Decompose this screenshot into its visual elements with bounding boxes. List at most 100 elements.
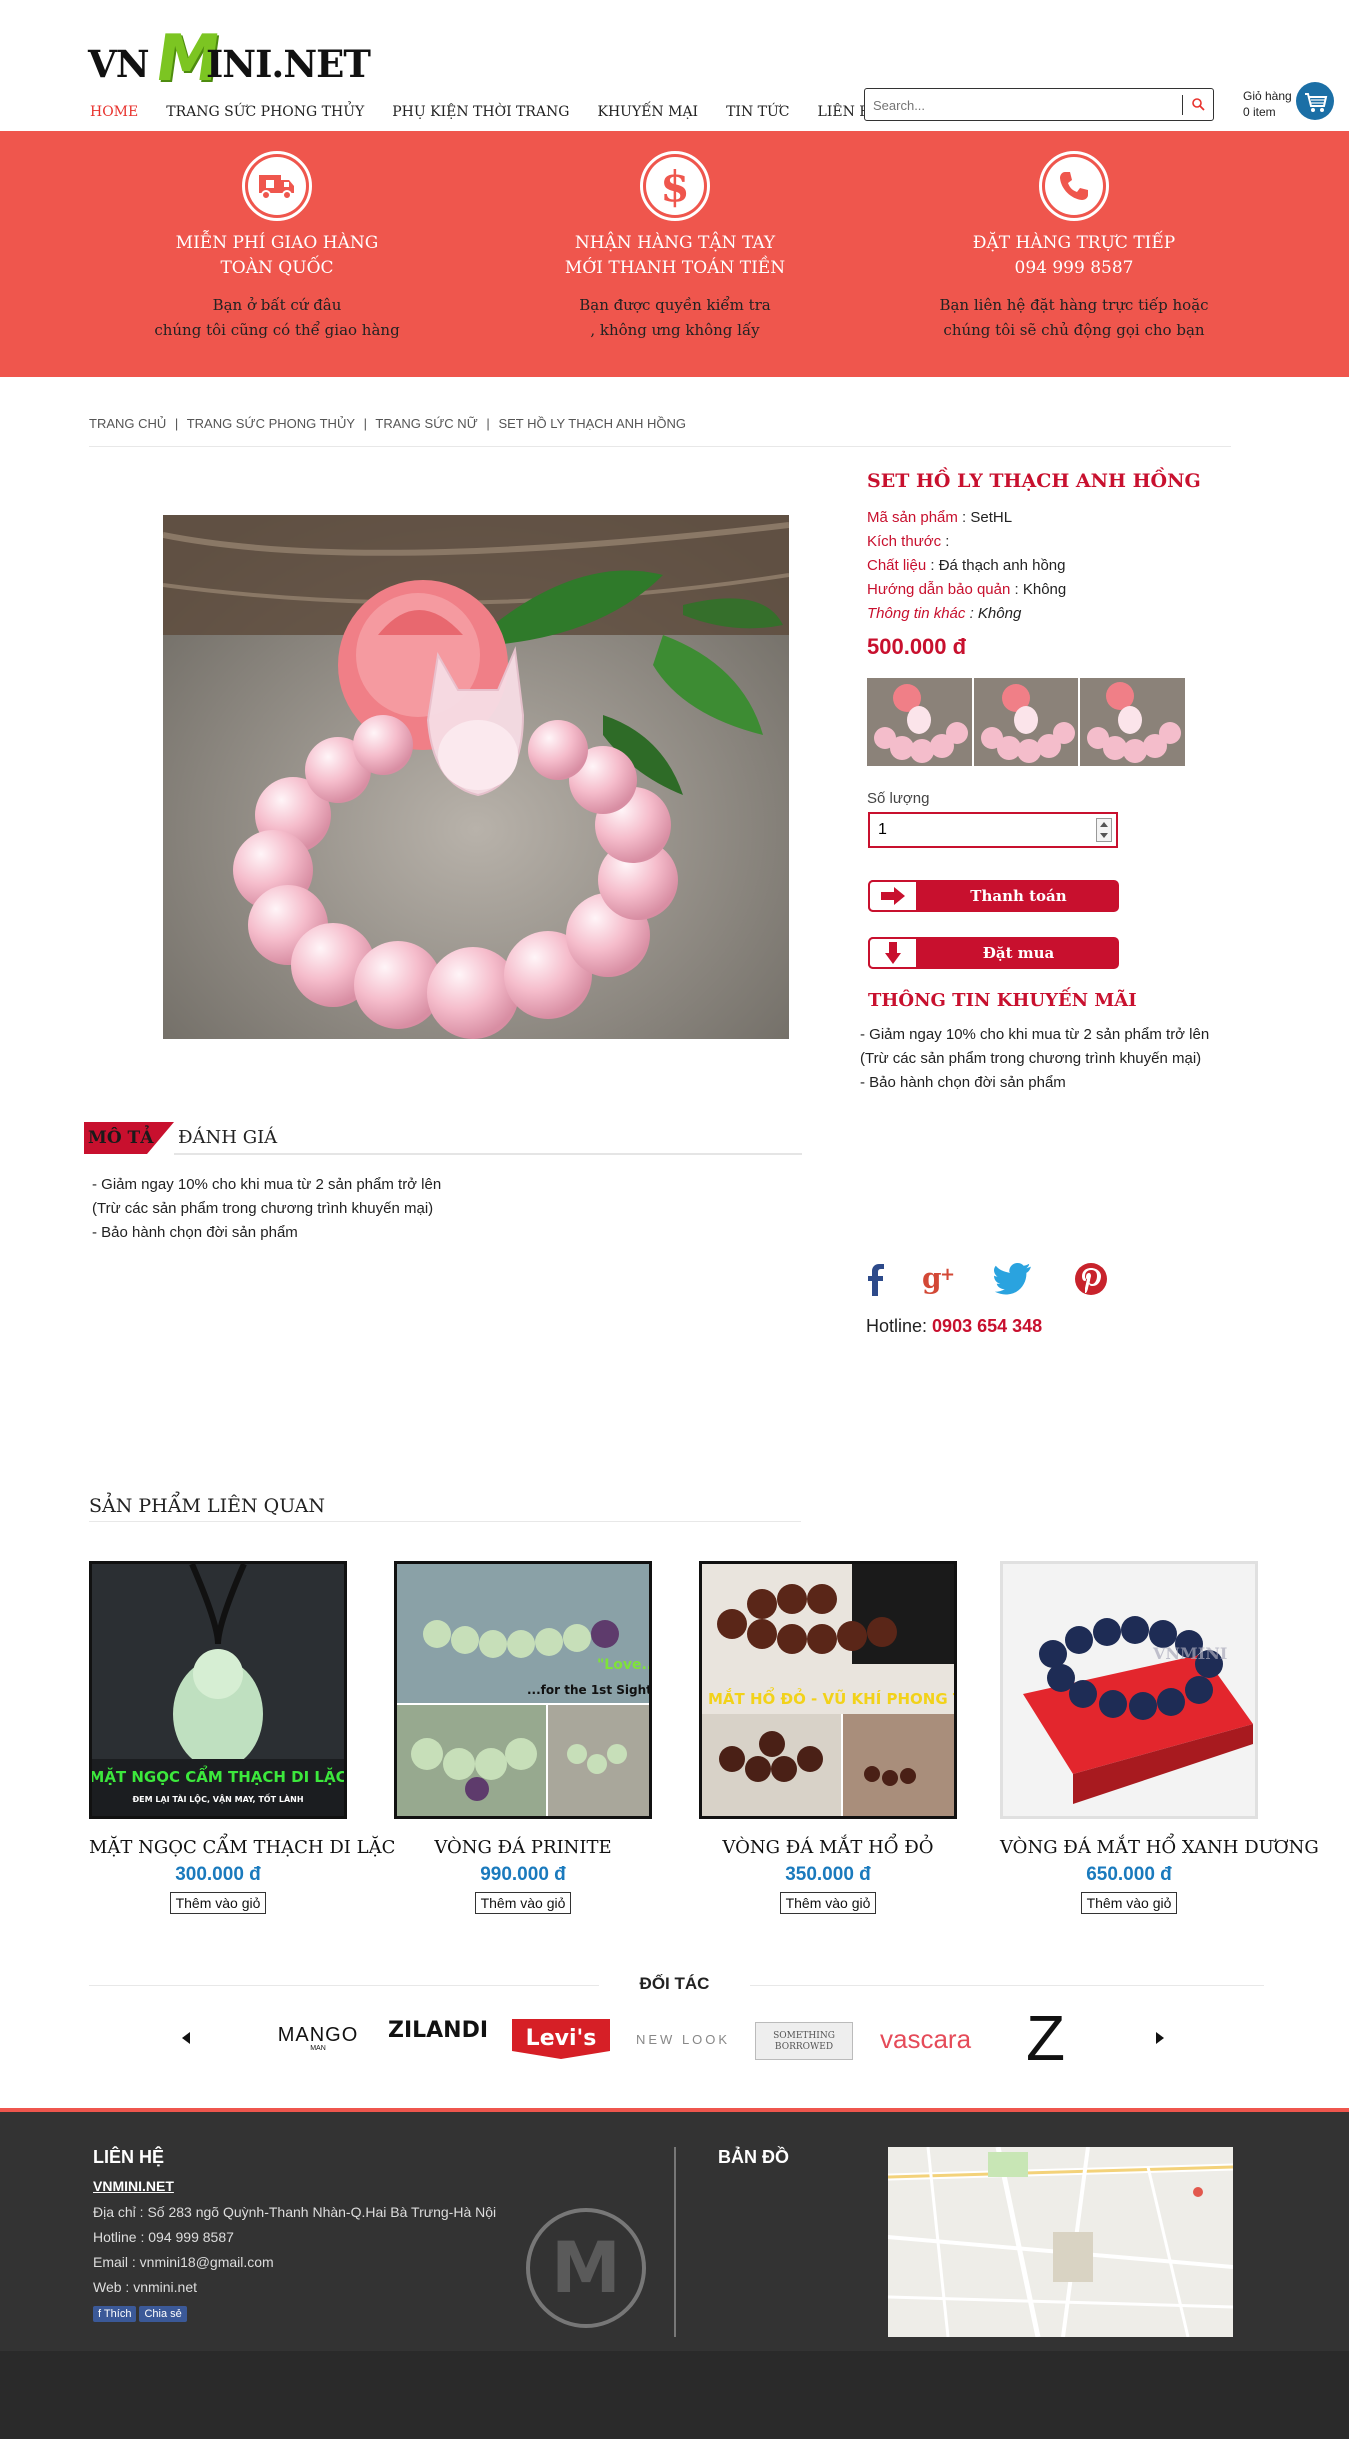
partner-logo-levis[interactable]: Levi's [512, 2019, 610, 2059]
image-caption: "Love... [597, 1657, 649, 1673]
footer: LIÊN HỆ VNMINI.NET Địa chỉ : Số 283 ngõ … [0, 2108, 1349, 2351]
partner-logo-zilandi[interactable]: ZILANDI [388, 2018, 488, 2043]
related-product-price: 350.000 đ [785, 1864, 871, 1885]
related-product-name[interactable]: VÒNG ĐÁ MẮT HỔ ĐỎ [699, 1837, 957, 1858]
tab-description[interactable]: MÔ TẢ [84, 1122, 174, 1154]
nav-item-promotions[interactable]: KHUYẾN MẠI [597, 104, 698, 128]
footer-contact-title: LIÊN HỆ [93, 2147, 165, 2167]
quantity-stepper [868, 812, 1118, 848]
nav-item-accessories[interactable]: PHỤ KIỆN THỜI TRANG [392, 104, 569, 128]
facebook-icon[interactable] [866, 1262, 884, 1296]
search-icon[interactable] [1191, 97, 1205, 111]
footer-web[interactable]: Web : vnmini.net [93, 2275, 197, 2300]
add-to-cart-button[interactable]: Thêm vào giỏ [1080, 1892, 1178, 1914]
product-other: Không [977, 605, 1022, 622]
product-main-image[interactable] [163, 515, 789, 1039]
footer-logo-m-icon: M [526, 2208, 646, 2328]
facebook-like-label: Thích [103, 2308, 132, 2320]
related-product-price: 990.000 đ [480, 1864, 566, 1885]
twitter-icon[interactable] [994, 1263, 1036, 1295]
product-thumbnail[interactable] [973, 678, 1079, 766]
product-price: 500.000 đ [867, 634, 967, 659]
site-logo[interactable]: VN M INI.NET [88, 20, 371, 96]
partners-prev-icon[interactable] [180, 2031, 192, 2045]
related-product-price: 300.000 đ [175, 1864, 261, 1885]
svg-text:M: M [551, 2227, 621, 2309]
promo-line: - Bảo hành chọn đời sản phẩm [860, 1074, 1066, 1091]
add-to-cart-button[interactable]: Thêm vào giỏ [474, 1892, 572, 1914]
quantity-input[interactable] [878, 820, 1078, 840]
product-material-row: Chất liệu : Đá thạch anh hồng [867, 557, 1066, 574]
footer-brand-link[interactable]: VNMINI.NET [93, 2178, 174, 2194]
feature-desc: Bạn được quyền kiểm tra , không ưng khôn… [465, 293, 885, 343]
related-product-name[interactable]: VÒNG ĐÁ PRINITE [394, 1837, 652, 1858]
facebook-widget: f Thích Chia sẻ [93, 2304, 190, 2322]
facebook-share-button[interactable]: Chia sẻ [139, 2306, 187, 2322]
partner-logo-vascara[interactable]: vascara [880, 2024, 990, 2055]
footer-email[interactable]: Email : vnmini18@gmail.com [93, 2250, 274, 2275]
product-thumbnail[interactable] [1080, 678, 1186, 766]
hotline-number[interactable]: 0903 654 348 [932, 1316, 1042, 1336]
feature-desc: Bạn ở bất cứ đâu chúng tôi cũng có thể g… [67, 293, 487, 343]
google-plus-icon[interactable]: g + [922, 1262, 956, 1296]
order-button[interactable]: Đặt mua [868, 937, 1119, 969]
product-thumbnail[interactable] [867, 678, 972, 766]
partners-title: ĐỐI TÁC [639, 1974, 710, 1993]
feature-pay-on-delivery: $ NHẬN HÀNG TẬN TAY MỚI THANH TOÁN TIỀN … [465, 151, 885, 343]
feature-title-line1: NHẬN HÀNG TẬN TAY [574, 233, 776, 253]
quantity-label: Số lượng [867, 790, 930, 807]
nav-item-jewelry[interactable]: TRANG SỨC PHONG THỦY [166, 104, 364, 128]
add-to-cart-button[interactable]: Thêm vào giỏ [169, 1892, 267, 1914]
partners-divider-right [750, 1985, 1264, 1986]
partner-logo-z[interactable]: Z [1026, 2006, 1076, 2070]
footer-map[interactable] [888, 2147, 1233, 2337]
product-tabs: MÔ TẢ ĐÁNH GIÁ [84, 1122, 802, 1155]
breadcrumb-category[interactable]: TRANG SỨC PHONG THỦY [187, 416, 355, 431]
product-material: Đá thạch anh hồng [938, 557, 1066, 574]
related-product-name[interactable]: MẶT NGỌC CẨM THẠCH DI LẶC [89, 1837, 395, 1858]
product-other-row: Thông tin khác : Không [867, 605, 1022, 622]
hotline-label: Hotline: [866, 1316, 928, 1336]
breadcrumb-home[interactable]: TRANG CHỦ [89, 416, 166, 431]
breadcrumb-subcategory[interactable]: TRANG SỨC NỮ [375, 416, 477, 431]
related-product-image[interactable]: MẶT NGỌC CẨM THẠCH DI LẶC ĐEM LẠI TÀI LỘ… [89, 1561, 347, 1819]
facebook-like-button[interactable]: f Thích [93, 2306, 137, 2322]
related-product-price: 650.000 đ [1086, 1864, 1172, 1885]
product-code-row: Mã sản phẩm : SetHL [867, 509, 1013, 526]
cart-summary[interactable]: Giỏ hàng 0 item [1243, 88, 1292, 120]
pinterest-icon[interactable] [1074, 1262, 1108, 1296]
product-size-row: Kích thước : [867, 533, 950, 550]
partner-logo-mango[interactable]: MANGO MAN [270, 2024, 366, 2052]
product-code-label: Mã sản phẩm [867, 509, 958, 526]
partners-next-icon[interactable] [1154, 2031, 1166, 2045]
nav-item-news[interactable]: TIN TỨC [726, 104, 789, 128]
image-watermark: VNMINI [1152, 1644, 1227, 1663]
nav-item-home[interactable]: HOME [90, 104, 138, 128]
quantity-spinner[interactable] [1096, 818, 1112, 842]
svg-text:g: g [922, 1262, 942, 1295]
feature-title-line1: MIỄN PHÍ GIAO HÀNG [175, 233, 379, 253]
search-box [864, 88, 1214, 121]
partner-logo-newlook[interactable]: NEW LOOK [636, 2032, 736, 2047]
promo-line: (Trừ các sản phẩm trong chương trình khu… [860, 1050, 1202, 1067]
related-product-image[interactable]: MẮT HỔ ĐỎ - VŨ KHÍ PHONG THỦY [699, 1561, 957, 1819]
checkout-button[interactable]: Thanh toán [868, 880, 1119, 912]
tab-description-label: MÔ TẢ [88, 1128, 154, 1148]
feature-free-shipping: MIỄN PHÍ GIAO HÀNG TOÀN QUỐC Bạn ở bất c… [67, 151, 487, 343]
feature-desc-line2: chúng tôi cũng có thể giao hàng [154, 321, 400, 339]
main-nav: HOME TRANG SỨC PHONG THỦY PHỤ KIỆN THỜI … [90, 104, 910, 128]
service-banner: MIỄN PHÍ GIAO HÀNG TOÀN QUỐC Bạn ở bất c… [0, 131, 1349, 377]
related-product-image[interactable]: VNMINI [1000, 1561, 1258, 1819]
related-product-name[interactable]: VÒNG ĐÁ MẮT HỔ XANH DƯƠNG [1000, 1837, 1319, 1858]
tab-reviews[interactable]: ĐÁNH GIÁ [178, 1122, 277, 1154]
related-product-image[interactable]: "Love... ...for the 1st Sight" [394, 1561, 652, 1819]
add-to-cart-button[interactable]: Thêm vào giỏ [779, 1892, 877, 1914]
cart-icon[interactable] [1296, 82, 1334, 120]
partner-logo-something-borrowed[interactable]: SOMETHING BORROWED [755, 2022, 853, 2060]
search-input[interactable] [873, 95, 1173, 115]
cart-count: 0 item [1243, 105, 1276, 119]
tabs-underline [174, 1153, 802, 1155]
product-care-label: Hướng dẫn bảo quản [867, 581, 1011, 598]
social-share: g + [866, 1262, 1108, 1296]
related-title: SẢN PHẨM LIÊN QUAN [89, 1495, 325, 1517]
